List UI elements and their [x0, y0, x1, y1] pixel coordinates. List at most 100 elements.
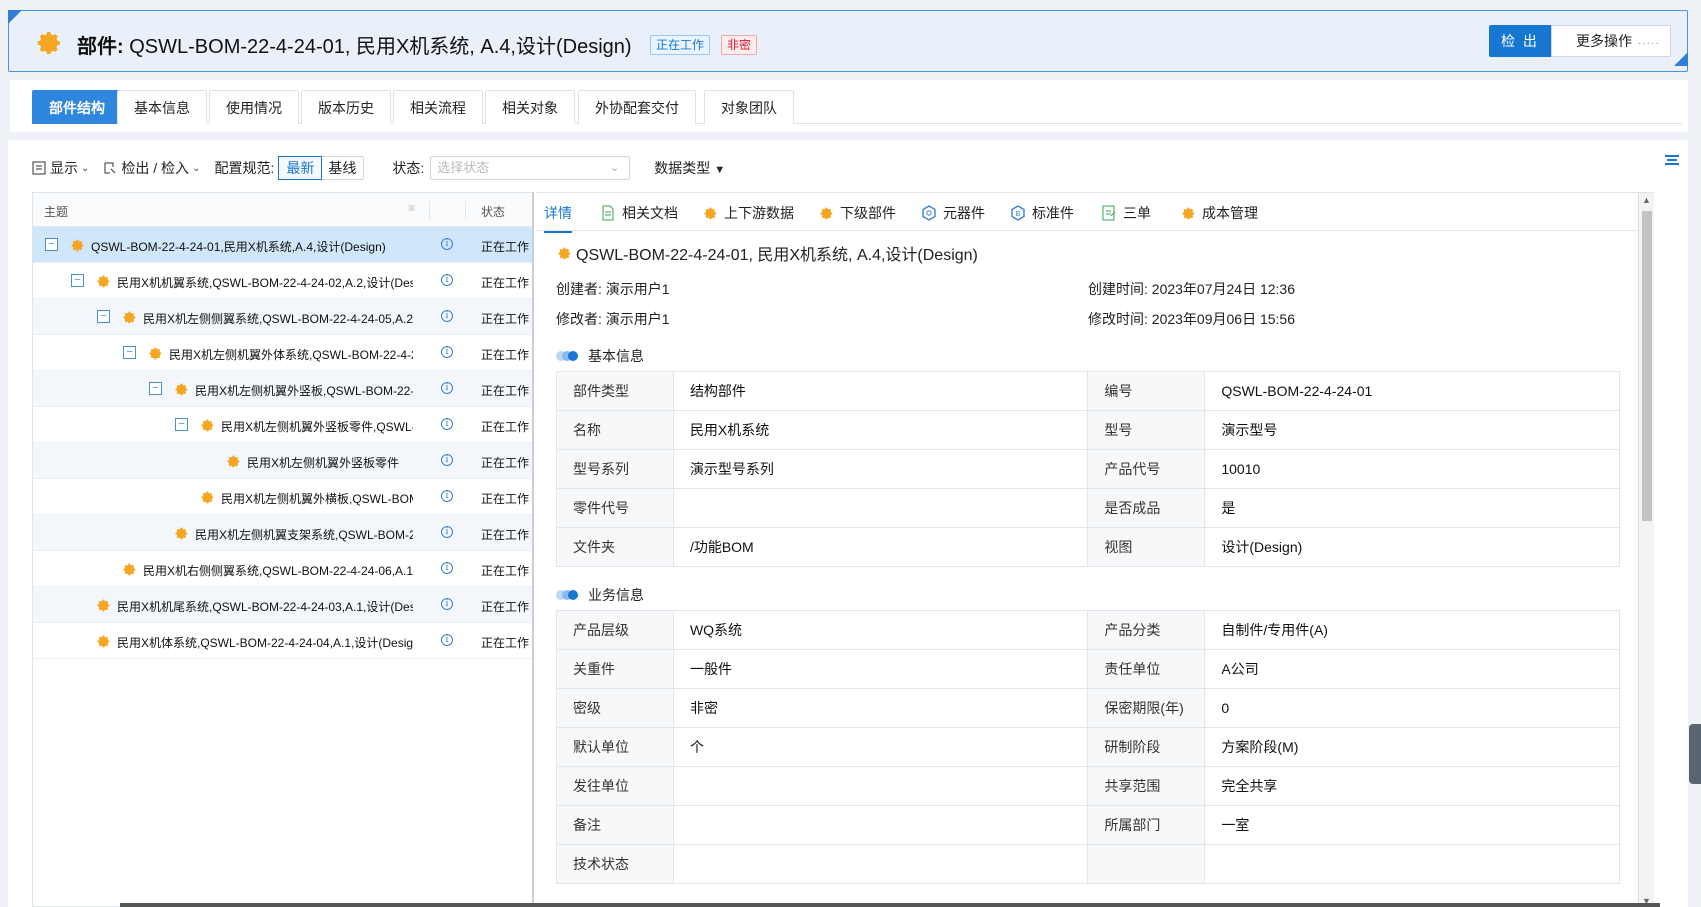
status-select[interactable]: 选择状态 ⌄ [430, 156, 631, 180]
more-dots-icon: ····· [1638, 38, 1660, 49]
config-baseline-option[interactable]: 基线 [321, 157, 363, 179]
tab-outsource-delivery[interactable]: 外协配套交付 [578, 90, 696, 124]
info-icon[interactable]: i [441, 490, 453, 502]
collapse-toggle-icon[interactable]: − [123, 346, 136, 359]
info-icon[interactable]: i [441, 346, 453, 358]
tree-row[interactable]: − QSWL-BOM-22-4-24-01,民用X机系统,A.4,设计(Desig… [33, 227, 532, 263]
horizontal-scrollbar[interactable] [120, 903, 1660, 907]
scrollbar-thumb[interactable] [1642, 211, 1652, 521]
created-time-label: 创建时间: [1088, 281, 1148, 297]
tree-row[interactable]: 民用X机右侧侧翼系统,QSWL-BOM-22-4-24-06,A.1,设计(De… [33, 551, 532, 587]
folder-link[interactable]: /功能BOM [672, 527, 1089, 567]
checkout-button[interactable]: 检 出 [1489, 25, 1551, 57]
tree-row[interactable]: − 民用X机机翼系统,QSWL-BOM-22-4-24-02,A.2,设计(Des… [33, 263, 532, 299]
field-value: 自制件/专用件(A) [1204, 610, 1620, 650]
tree-row[interactable]: 民用X机机尾系统,QSWL-BOM-22-4-24-03,A.1,设计(Desi… [33, 587, 532, 623]
gear-icon [97, 599, 110, 612]
field-label: 共享范围 [1087, 766, 1206, 806]
basic-info-section-header[interactable]: 基本信息 [556, 346, 644, 366]
column-menu-icon[interactable]: ≡ [408, 201, 415, 215]
detail-tab-standard-parts[interactable]: B 标准件 [1010, 203, 1074, 223]
field-value: 0 [1204, 688, 1620, 728]
collapse-toggle-icon[interactable]: − [71, 274, 84, 287]
tab-basic-info[interactable]: 基本信息 [117, 90, 207, 124]
caret-down-icon: ▼ [714, 164, 726, 176]
layout-toggle-icon[interactable] [1664, 152, 1680, 168]
detail-tab-related-docs[interactable]: 相关文档 [600, 203, 678, 223]
checkout-checkin-menu[interactable]: 检出 / 检入 ⌄ [103, 158, 200, 178]
tree-row-status: 正在工作 [481, 348, 530, 362]
field-label: 技术状态 [556, 844, 674, 884]
tab-usage[interactable]: 使用情况 [209, 90, 299, 124]
detail-tab-upstream-downstream[interactable]: 上下游数据 [702, 203, 794, 223]
field-label: 保密期限(年) [1087, 688, 1206, 728]
field-label: 零件代号 [556, 488, 674, 528]
detail-tab-label: 成本管理 [1202, 205, 1258, 221]
info-icon[interactable]: i [441, 598, 453, 610]
info-icon[interactable]: i [441, 310, 453, 322]
side-panel-handle[interactable] [1689, 724, 1701, 784]
collapse-toggle-icon[interactable]: − [149, 382, 162, 395]
detail-scrollbar[interactable]: ▲ ▼ [1638, 193, 1654, 907]
kv-row: 技术状态 [556, 844, 1620, 884]
info-icon[interactable]: i [441, 274, 453, 286]
chevron-down-icon: ⌄ [81, 162, 90, 174]
data-type-label: 数据类型 [654, 160, 711, 176]
collapse-toggle-icon[interactable]: − [45, 238, 58, 251]
detail-tab-components[interactable]: 元器件 [921, 203, 985, 223]
detail-tabs: 详情 相关文档 上下游数据 下级部件 元器件 B 标准件 三单 成本管理 [536, 193, 1654, 233]
section-toggle-icon [556, 350, 580, 362]
field-label: 名称 [556, 410, 674, 450]
tree-row-status: 正在工作 [481, 600, 530, 614]
config-latest-option[interactable]: 最新 [278, 156, 323, 180]
tree-row[interactable]: − 民用X机左侧机翼外竖板,QSWL-BOM-22-4-24 i 正在工作 [33, 371, 532, 407]
info-icon[interactable]: i [441, 634, 453, 646]
detail-tab-details[interactable]: 详情 [544, 203, 572, 233]
business-info-section-header[interactable]: 业务信息 [556, 585, 644, 605]
tree-row[interactable]: 民用X机左侧机翼外横板,QSWL-BOM-22-4-24 i 正在工作 [33, 479, 532, 515]
info-icon[interactable]: i [441, 382, 453, 394]
page-title: 部件: QSWL-BOM-22-4-24-01, 民用X机系统, A.4,设计(… [77, 30, 632, 59]
tree-row[interactable]: 民用X机左侧机翼外竖板零件 i 正在工作 [33, 443, 532, 479]
field-label: 文件夹 [556, 527, 674, 567]
gear-icon [37, 31, 60, 54]
tree-row[interactable]: − 民用X机左侧侧翼系统,QSWL-BOM-22-4-24-05,A.2,设计(D… [33, 299, 532, 335]
detail-tab-label: 三单 [1123, 205, 1151, 221]
info-icon[interactable]: i [441, 526, 453, 538]
gear-icon [123, 311, 136, 324]
tree-row[interactable]: 民用X机左侧机翼支架系统,QSWL-BOM-22-4-24-08 i 正在工作 [33, 515, 532, 551]
basic-info-table: 部件类型 结构部件 编号 QSWL-BOM-22-4-24-01 名称 民用X机系统 型号演… [556, 371, 1620, 567]
tree-row[interactable]: − 民用X机左侧机翼外体系统,QSWL-BOM-22-4-24-07 i 正在工作 [33, 335, 532, 371]
field-label: 备注 [556, 805, 674, 845]
field-value: 演示型号系列 [672, 449, 1089, 489]
created-time-value: 2023年07月24日 12:36 [1151, 281, 1295, 297]
collapse-toggle-icon[interactable]: − [97, 310, 110, 323]
tab-related-process[interactable]: 相关流程 [393, 90, 483, 124]
detail-tab-cost-management[interactable]: 成本管理 [1180, 203, 1258, 223]
more-actions-button[interactable]: 更多操作 ····· [1551, 25, 1671, 57]
section-title: 业务信息 [588, 587, 644, 603]
tab-part-structure[interactable]: 部件结构 [32, 90, 122, 124]
detail-tab-three-forms[interactable]: 三单 [1101, 203, 1151, 223]
detail-tab-sub-parts[interactable]: 下级部件 [818, 203, 896, 223]
config-spec-toggle: 最新 基线 [278, 156, 365, 180]
modified-time-label: 修改时间: [1088, 311, 1148, 327]
checkout-checkin-label: 检出 / 检入 [121, 160, 190, 176]
tab-related-objects[interactable]: 相关对象 [485, 90, 575, 124]
tab-version-history[interactable]: 版本历史 [301, 90, 391, 124]
tree-row[interactable]: 民用X机体系统,QSWL-BOM-22-4-24-04,A.1,设计(Desig… [33, 623, 532, 659]
tab-object-team[interactable]: 对象团队 [704, 90, 794, 124]
title-text: QSWL-BOM-22-4-24-01, 民用X机系统, A.4,设计(Desi… [129, 36, 632, 58]
data-type-dropdown[interactable]: 数据类型 ▼ [654, 158, 725, 178]
scroll-up-icon[interactable]: ▲ [1642, 195, 1651, 205]
info-icon[interactable]: i [441, 562, 453, 574]
field-label: 产品代号 [1087, 449, 1206, 489]
field-value: WQ系统 [672, 610, 1089, 650]
display-menu[interactable]: 显示 ⌄ [32, 158, 89, 178]
object-title: QSWL-BOM-22-4-24-01, 民用X机系统, A.4,设计(Desi… [556, 241, 978, 265]
info-icon[interactable]: i [441, 454, 453, 466]
info-icon[interactable]: i [441, 418, 453, 430]
collapse-toggle-icon[interactable]: − [175, 418, 188, 431]
info-icon[interactable]: i [441, 238, 453, 250]
tree-row[interactable]: − 民用X机左侧机翼外竖板零件,QSWL-BOM-22 i 正在工作 [33, 407, 532, 443]
